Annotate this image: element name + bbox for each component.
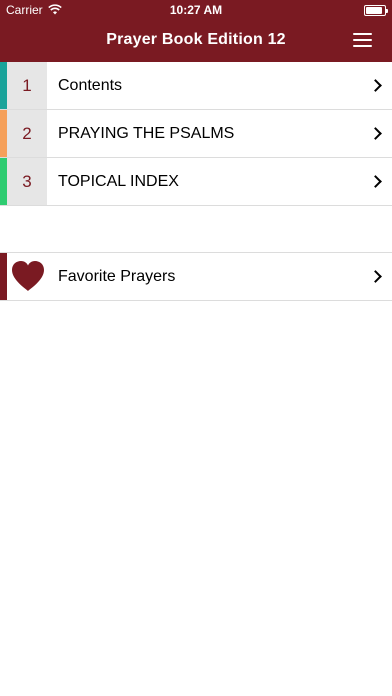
row-color-stripe xyxy=(0,253,7,300)
row-number: 1 xyxy=(7,62,47,109)
list-item-praying-the-psalms[interactable]: 2 PRAYING THE PSALMS xyxy=(0,110,392,158)
row-color-stripe xyxy=(0,158,7,205)
list-item-contents[interactable]: 1 Contents xyxy=(0,62,392,110)
row-label: Contents xyxy=(58,76,123,94)
heart-icon xyxy=(12,261,44,291)
row-label: TOPICAL INDEX xyxy=(58,172,179,190)
favorite-prayers-item[interactable]: Favorite Prayers xyxy=(0,252,392,301)
row-color-stripe xyxy=(0,110,7,157)
chevron-right-icon xyxy=(369,79,382,92)
page-title: Prayer Book Edition 12 xyxy=(106,31,286,48)
chevron-right-icon xyxy=(369,175,382,188)
battery-icon xyxy=(364,5,388,16)
status-bar: Carrier 10:27 AM xyxy=(0,0,392,20)
section-list: 1 Contents 2 PRAYING THE PSALMS 3 TOPICA… xyxy=(0,62,392,206)
favorite-prayers-label: Favorite Prayers xyxy=(58,267,176,285)
list-item-topical-index[interactable]: 3 TOPICAL INDEX xyxy=(0,158,392,206)
hamburger-menu-icon[interactable] xyxy=(353,33,372,47)
row-number: 2 xyxy=(7,110,47,157)
status-time: 10:27 AM xyxy=(169,3,223,17)
chevron-right-icon xyxy=(369,270,382,283)
app-header: Carrier 10:27 AM Prayer Book Edition 12 xyxy=(0,0,392,62)
row-number: 3 xyxy=(7,158,47,205)
chevron-right-icon xyxy=(369,127,382,140)
row-label: PRAYING THE PSALMS xyxy=(58,124,235,142)
row-color-stripe xyxy=(0,62,7,109)
